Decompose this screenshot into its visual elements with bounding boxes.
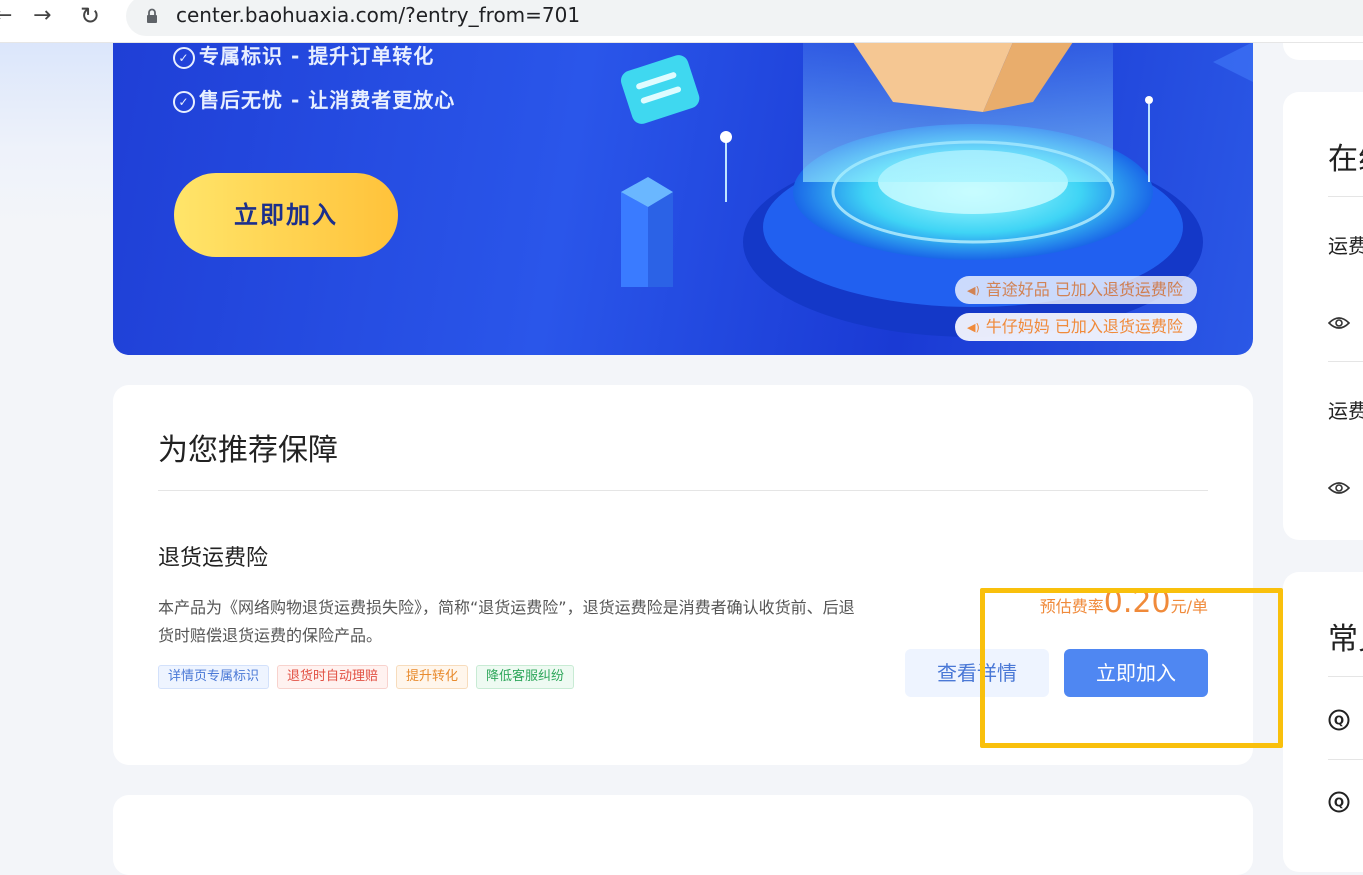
join-ticker-item: ◀) 牛仔妈妈 已加入退货运费险	[955, 313, 1197, 341]
product-name: 退货运费险	[158, 546, 269, 571]
check-circle-icon: ✓	[173, 47, 195, 69]
eye-icon	[1328, 482, 1350, 494]
rate-label: 预估费率	[1039, 597, 1104, 616]
question-icon: Q	[1328, 709, 1350, 731]
side-card-title: 在线	[1328, 142, 1363, 177]
estimated-rate: 预估费率0.20元/单	[1040, 585, 1208, 620]
url-text[interactable]: center.baohuaxia.com/?entry_from=701	[176, 3, 580, 27]
forward-arrow-icon[interactable]: →	[33, 4, 51, 28]
page-background-glow	[0, 42, 113, 222]
divider	[158, 490, 1208, 491]
product-description: 本产品为《网络购物退货运费损失险》，简称“退货运费险”，退货运费险是消费者确认收…	[158, 598, 855, 645]
tag: 降低客服纠纷	[476, 665, 575, 689]
side-card-title: 常见	[1328, 622, 1363, 657]
tag: 退货时自动理赔	[277, 665, 389, 689]
tag: 提升转化	[396, 665, 469, 689]
back-arrow-icon[interactable]: ←	[0, 4, 12, 28]
eye-icon	[1328, 317, 1350, 329]
side-card-faq: 常见 Q Q	[1283, 572, 1363, 872]
check-circle-icon: ✓	[173, 91, 195, 113]
benefit-text: 专属标识 - 提升订单转化	[199, 44, 435, 68]
divider	[1328, 196, 1363, 197]
side-item-label[interactable]: 运费	[1328, 230, 1363, 259]
benefit-text: 售后无忧 - 让消费者更放心	[199, 88, 456, 112]
side-card-online: 在线 运费 运费	[1283, 92, 1363, 540]
podium-illustration	[620, 42, 1253, 337]
banner-join-button[interactable]: 立即加入	[174, 173, 398, 257]
side-item-label[interactable]: 运费	[1328, 395, 1363, 424]
recommend-card: 为您推荐保障 退货运费险 本产品为《网络购物退货运费损失险》，简称“退货运费险”…	[113, 385, 1253, 765]
benefit-item: ✓ 售后无忧 - 让消费者更放心	[173, 84, 455, 113]
divider	[1328, 759, 1363, 760]
address-bar[interactable]: center.baohuaxia.com/?entry_from=701	[126, 0, 1363, 36]
benefit-item: ✓ 专属标识 - 提升订单转化	[173, 42, 434, 69]
product-tags: 详情页专属标识 退货时自动理赔 提升转化 降低客服纠纷	[158, 665, 575, 689]
join-ticker-item: ◀) 音途好品 已加入退货运费险	[955, 276, 1197, 304]
section-title: 为您推荐保障	[158, 433, 338, 468]
lock-icon	[147, 8, 157, 23]
join-now-button[interactable]: 立即加入	[1064, 649, 1208, 697]
speaker-icon: ◀)	[967, 321, 980, 334]
divider	[1328, 676, 1363, 677]
browser-toolbar: ← → ↻ center.baohuaxia.com/?entry_from=7…	[0, 0, 1363, 43]
tag: 详情页专属标识	[158, 665, 270, 689]
next-card	[113, 795, 1253, 875]
svg-text:Q: Q	[1334, 714, 1344, 728]
speaker-icon: ◀)	[967, 284, 980, 297]
question-icon: Q	[1328, 791, 1350, 813]
reload-icon[interactable]: ↻	[80, 4, 100, 28]
rate-value: 0.20	[1103, 585, 1171, 620]
svg-text:Q: Q	[1334, 796, 1344, 810]
promo-banner: ✓ 专属标识 - 提升订单转化 ✓ 售后无忧 - 让消费者更放心 立即加入 ◀)…	[113, 42, 1253, 355]
view-details-button[interactable]: 查看详情	[905, 649, 1049, 697]
ticker-text: 牛仔妈妈 已加入退货运费险	[985, 317, 1183, 336]
rate-unit: 元/单	[1170, 597, 1208, 616]
divider	[1328, 361, 1363, 362]
ticker-text: 音途好品 已加入退货运费险	[985, 280, 1183, 299]
